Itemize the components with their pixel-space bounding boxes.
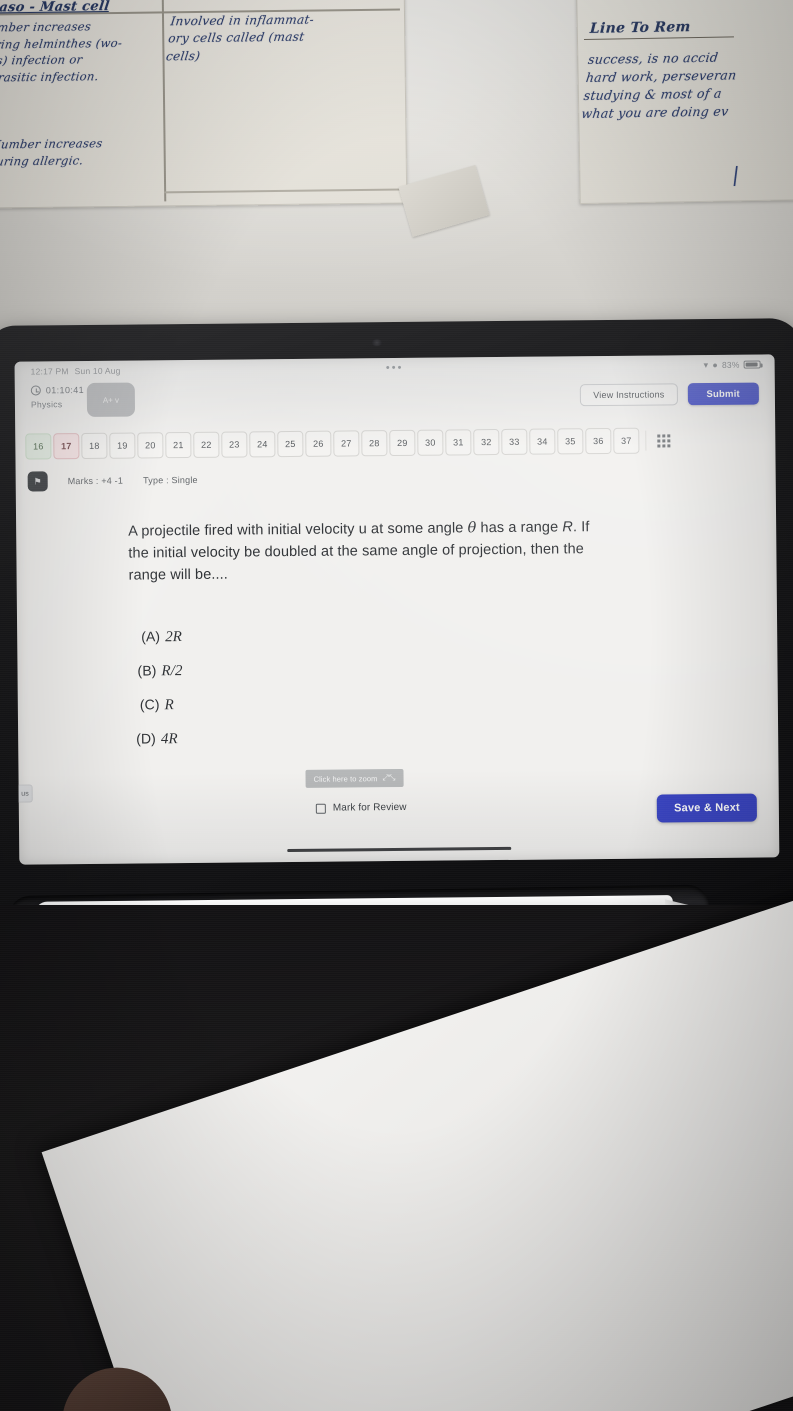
wifi-icon: ▾	[703, 359, 709, 370]
question-number-24[interactable]: 24	[249, 431, 276, 458]
option-D[interactable]: (D) 4R	[136, 728, 436, 749]
timer-value: 01:10:41	[45, 384, 85, 396]
question-number-20[interactable]: 20	[137, 432, 164, 459]
status-bar-time: 12:17 PM	[30, 366, 69, 377]
question-number-34[interactable]: 34	[529, 428, 556, 455]
question-line-4: be....	[194, 566, 228, 584]
question-number-21[interactable]: 21	[165, 431, 192, 459]
question-number-32[interactable]: 32	[473, 429, 500, 456]
battery-icon	[743, 360, 761, 369]
option-label: (A)	[141, 628, 161, 645]
photo-scene: Baso - Mast cell umber increases uring h…	[0, 0, 793, 1411]
option-label: (D)	[136, 730, 156, 747]
clock-icon	[30, 385, 41, 396]
bluetooth-icon: ●	[712, 359, 719, 370]
range-variable: R	[562, 519, 573, 536]
question-number-25[interactable]: 25	[277, 430, 304, 458]
view-instructions-button[interactable]: View Instructions	[580, 383, 678, 407]
option-value: R/2	[161, 663, 183, 680]
multitasking-dots[interactable]: •••	[386, 362, 404, 374]
option-A[interactable]: (A) 2R	[141, 626, 435, 647]
zoom-hint-label: Click here to zoom	[313, 773, 378, 784]
question-type-label: Type : Single	[143, 474, 198, 486]
question-number-23[interactable]: 23	[221, 431, 248, 458]
question-number-16[interactable]: 16	[25, 433, 52, 460]
status-bar-left: 12:17 PM Sun 10 Aug	[31, 366, 121, 377]
status-bar-right: ▾ ● 83%	[704, 359, 761, 371]
option-label: (C)	[139, 696, 160, 713]
note-left-column-text-2: Number increases during allergic.	[0, 136, 104, 169]
option-label: (B)	[137, 662, 157, 679]
handwritten-note-left: Baso - Mast cell umber increases uring h…	[0, 0, 408, 209]
question-number-17[interactable]: 17	[53, 433, 80, 460]
header-right-group: View Instructions Submit	[580, 382, 759, 407]
tablet-device: 12:17 PM Sun 10 Aug ▾ ● 83% ••• 01:10:41	[0, 318, 793, 939]
theta-symbol: θ	[467, 520, 477, 537]
flag-icon[interactable]: ⚑	[27, 471, 48, 492]
question-number-31[interactable]: 31	[445, 429, 472, 456]
question-number-36[interactable]: 36	[585, 427, 612, 455]
note-right-pen-mark: |	[730, 162, 741, 187]
status-bar-date: Sun 10 Aug	[74, 365, 121, 377]
tablet-screen: 12:17 PM Sun 10 Aug ▾ ● 83% ••• 01:10:41	[14, 354, 780, 865]
strip-divider	[645, 430, 647, 451]
question-number-37[interactable]: 37	[613, 427, 640, 454]
answer-options-list[interactable]: (A) 2R (B) R/2 (C) R (D) 4R	[135, 626, 436, 765]
handwritten-note-right: Line To Rem success, is no accid hard wo…	[576, 0, 793, 205]
zoom-hint-tooltip[interactable]: Click here to zoom ⤢⤡	[305, 768, 404, 788]
mark-for-review-checkbox[interactable]	[315, 803, 326, 814]
question-number-26[interactable]: 26	[305, 430, 332, 457]
mark-for-review-row[interactable]: Mark for Review	[315, 801, 407, 814]
question-line-1: A projectile fired with initial velocity…	[128, 520, 464, 540]
question-number-18[interactable]: 18	[81, 432, 108, 460]
note-table-hline-2	[164, 188, 403, 193]
question-number-27[interactable]: 27	[333, 430, 360, 457]
language-font-chip[interactable]: A+ v	[86, 382, 136, 417]
question-body: A projectile fired with initial velocity…	[14, 494, 779, 864]
option-value: 4R	[160, 731, 178, 748]
side-tab-partial[interactable]: us	[14, 784, 33, 803]
grid-icon[interactable]	[652, 429, 674, 451]
expand-icon: ⤢⤡	[382, 773, 396, 783]
mark-for-review-label: Mark for Review	[332, 801, 407, 814]
option-B[interactable]: (B) R/2	[137, 660, 435, 681]
question-number-22[interactable]: 22	[193, 431, 220, 458]
question-text: A projectile fired with initial velocity…	[128, 516, 609, 587]
battery-percent-label: 83%	[721, 359, 740, 370]
timer-row: 01:10:41	[30, 384, 85, 396]
question-number-35[interactable]: 35	[557, 428, 584, 455]
question-number-33[interactable]: 33	[501, 428, 528, 455]
option-value: 2R	[165, 629, 183, 646]
question-number-30[interactable]: 30	[417, 429, 444, 456]
submit-button[interactable]: Submit	[687, 382, 759, 406]
option-value: R	[164, 697, 174, 714]
subject-label: Physics	[30, 399, 63, 410]
save-and-next-button[interactable]: Save & Next	[656, 793, 757, 823]
question-number-29[interactable]: 29	[389, 429, 416, 457]
note-right-body: success, is no accid hard work, persever…	[580, 49, 738, 122]
question-meta-bar: ⚑ Marks : +4 -1 Type : Single	[16, 458, 776, 497]
note-left-column-text: umber increases uring helminthes (wo- ms…	[0, 19, 124, 85]
question-line-2-pre: has a range	[480, 519, 563, 537]
note-right-column-text: Involved in inflammat- ory cells called …	[165, 12, 315, 64]
question-number-19[interactable]: 19	[109, 432, 136, 459]
option-C[interactable]: (C) R	[140, 694, 436, 715]
note-left-title: Baso - Mast cell	[0, 0, 111, 16]
header-left-group: 01:10:41 Physics	[30, 384, 85, 410]
marks-label: Marks : +4 -1	[67, 475, 124, 487]
question-number-28[interactable]: 28	[361, 430, 388, 457]
note-right-title: Line To Rem	[589, 19, 692, 37]
